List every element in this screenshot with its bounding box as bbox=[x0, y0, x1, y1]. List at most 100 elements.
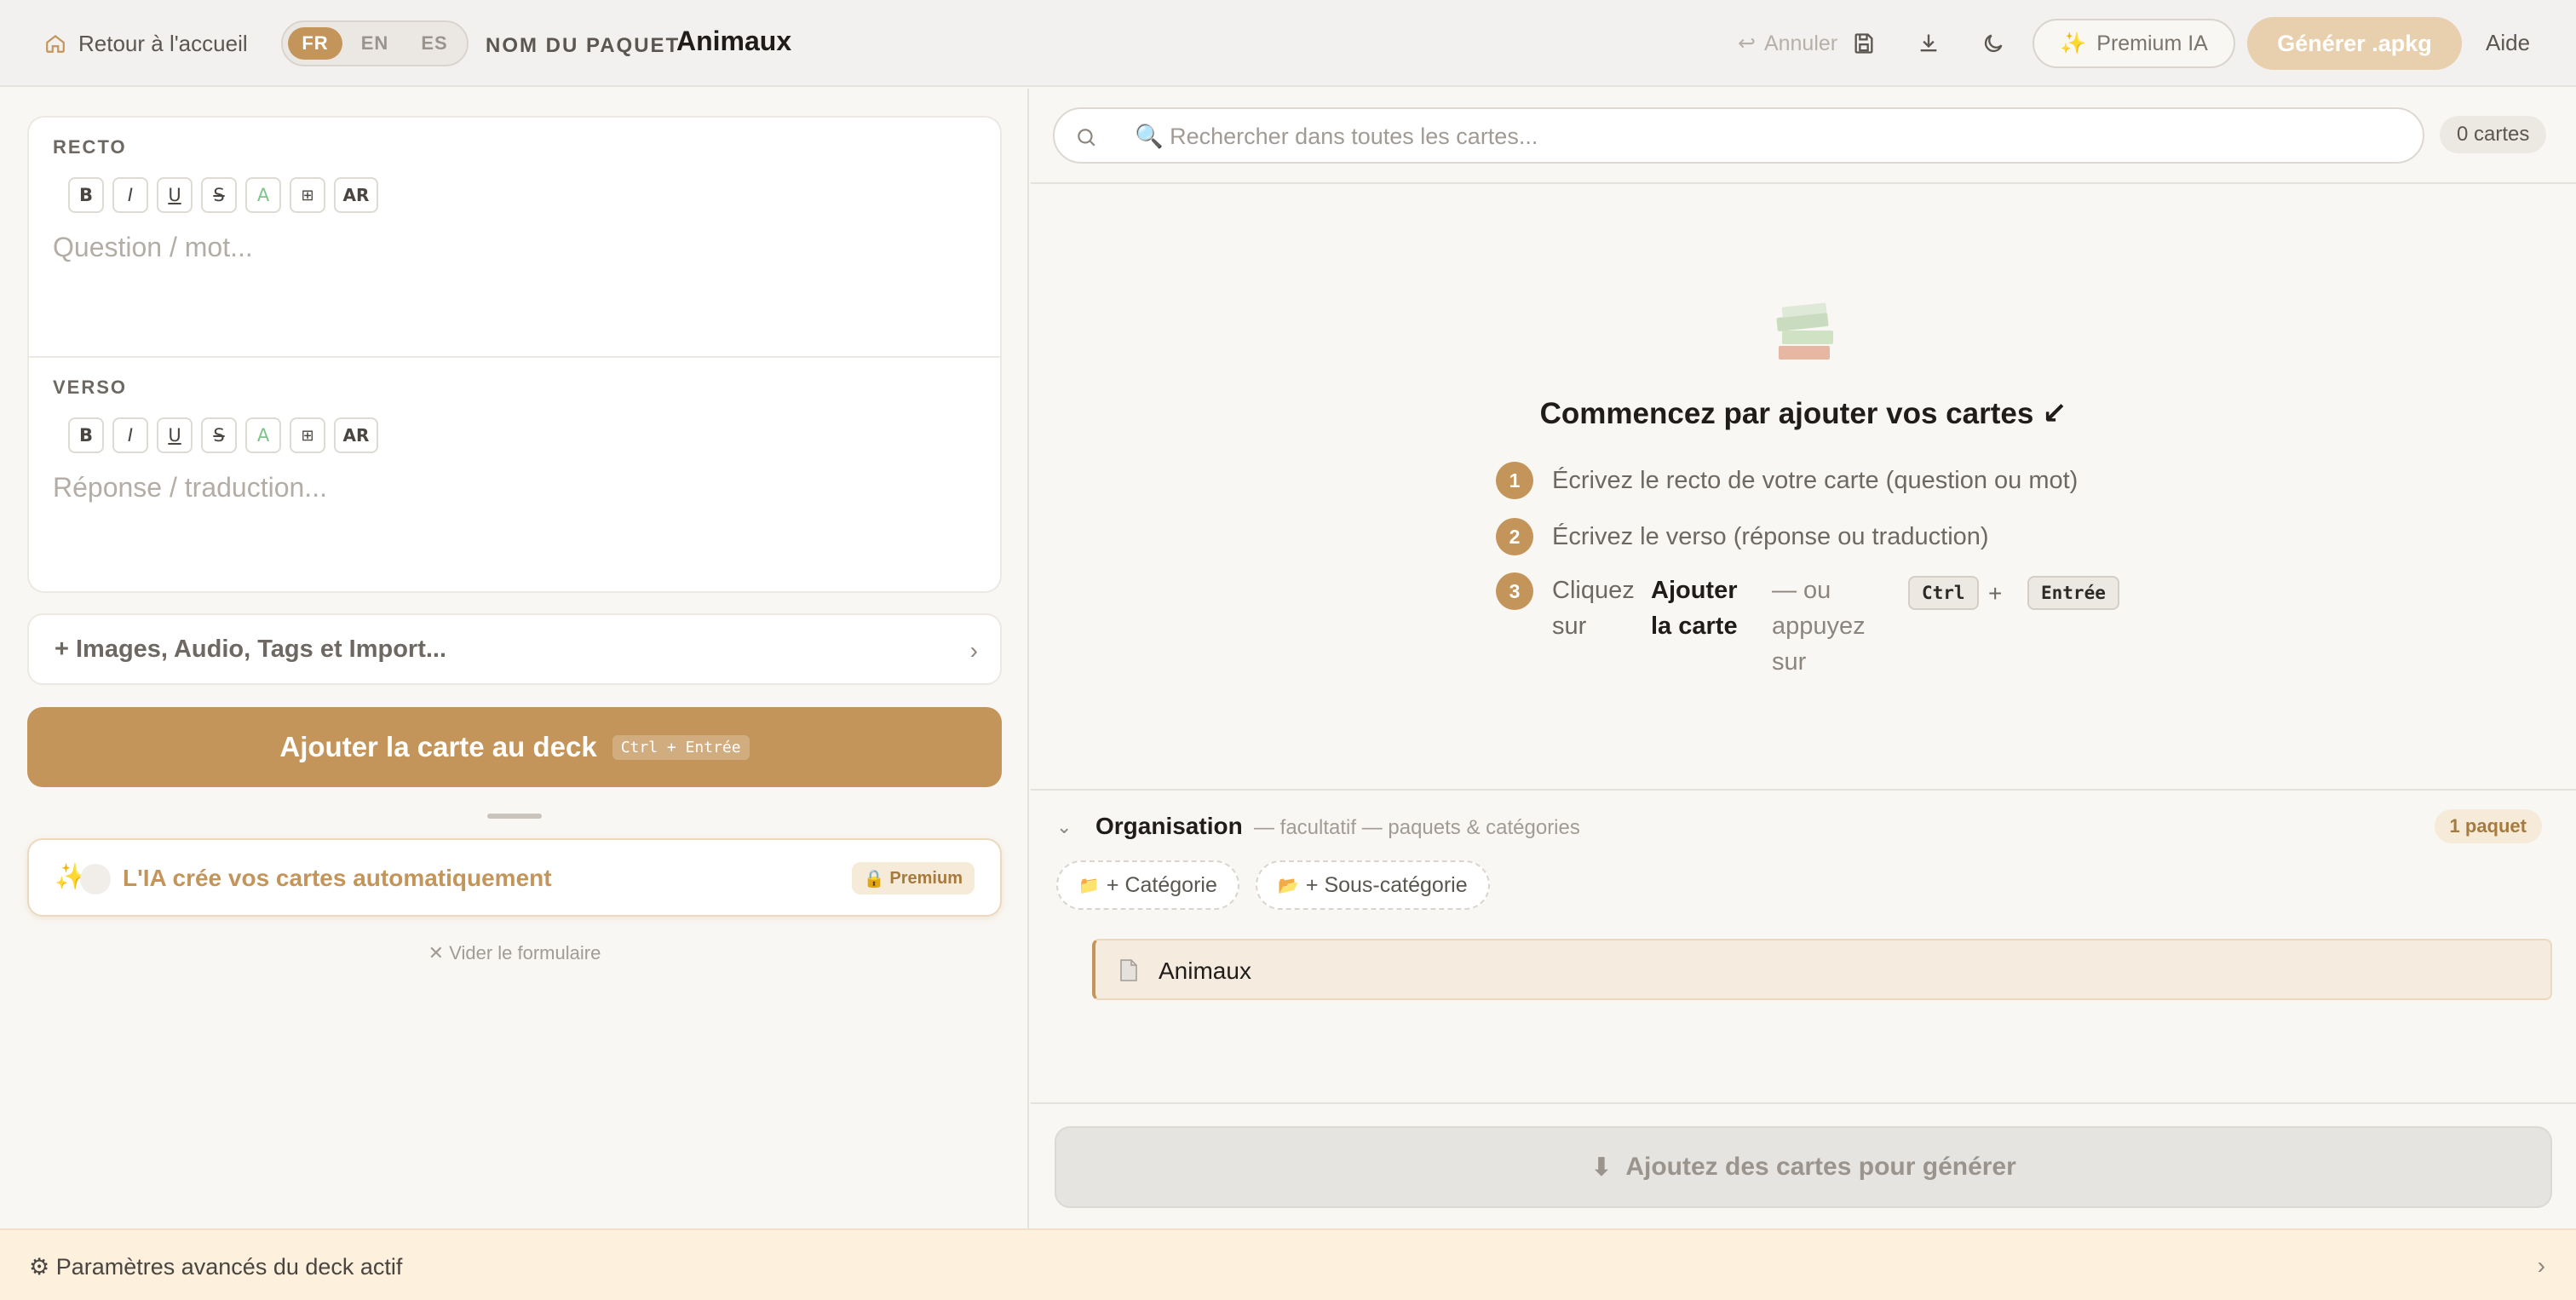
lock-icon: 🔒 bbox=[863, 869, 885, 889]
verso-label: VERSO bbox=[53, 377, 128, 398]
dark-mode-toggle[interactable] bbox=[1976, 26, 2010, 60]
advanced-settings-label: ⚙ Paramètres avancés du deck actif bbox=[29, 1254, 403, 1280]
step-number: 1 bbox=[1496, 462, 1533, 499]
chevron-down-icon[interactable]: ⌄ bbox=[1056, 816, 1072, 838]
add-category-button[interactable]: 📁 + Catégorie bbox=[1056, 860, 1239, 910]
recto-field: RECTO B I U S A ⊞ AR Question / mot... bbox=[29, 118, 1000, 356]
add-subcategory-label: + Sous-catégorie bbox=[1305, 872, 1468, 897]
step-text: Cliquez sur bbox=[1552, 577, 1635, 640]
step-1: 1 Écrivez le recto de votre carte (quest… bbox=[1496, 462, 2078, 499]
strikethrough-button[interactable]: S bbox=[201, 417, 237, 453]
italic-button[interactable]: I bbox=[112, 417, 148, 453]
deck-name-input[interactable]: Animaux bbox=[676, 26, 791, 57]
recto-input[interactable]: Question / mot... bbox=[53, 232, 253, 263]
undo-label: Annuler bbox=[1763, 31, 1838, 55]
add-card-label: Ajouter la carte au deck bbox=[279, 731, 597, 762]
step-text: Écrivez le recto de votre carte (questio… bbox=[1552, 467, 2079, 494]
verso-field: VERSO B I U S A ⊞ AR Réponse / traductio… bbox=[29, 356, 1000, 591]
verso-input[interactable]: Réponse / traduction... bbox=[53, 472, 327, 503]
chevron-right-icon: › bbox=[969, 637, 978, 664]
lang-en-button[interactable]: EN bbox=[348, 27, 402, 60]
empty-state-title: Commencez par ajouter vos cartes ↙ bbox=[1539, 397, 2067, 430]
lang-fr-button[interactable]: FR bbox=[288, 27, 342, 60]
premium-badge-label: Premium bbox=[889, 868, 963, 888]
download-arrow-icon: ⬇ bbox=[1590, 1153, 1613, 1182]
language-switcher: FR EN ES bbox=[281, 20, 469, 66]
bold-button[interactable]: B bbox=[68, 177, 104, 213]
undo-button[interactable]: ↩ Annuler bbox=[1738, 27, 1837, 60]
media-extras-toggle[interactable]: + Images, Audio, Tags et Import... › bbox=[27, 613, 1002, 685]
resize-handle[interactable] bbox=[487, 814, 542, 819]
underline-button[interactable]: U bbox=[157, 417, 193, 453]
divider bbox=[1031, 182, 2576, 184]
divider bbox=[1031, 1102, 2576, 1104]
folder-open-icon: 📂 bbox=[1278, 876, 1299, 895]
organisation-title[interactable]: Organisation bbox=[1095, 813, 1243, 840]
text-color-button[interactable]: A bbox=[245, 417, 281, 453]
search-icon bbox=[1078, 129, 1095, 147]
back-home-link[interactable]: Retour à l'accueil bbox=[44, 26, 248, 61]
generate-disabled-label: Ajoutez des cartes pour générer bbox=[1625, 1153, 2016, 1181]
deck-name-label: NOM DU PAQUET bbox=[486, 34, 681, 57]
step-text: — ou appuyez sur bbox=[1772, 577, 1866, 676]
deck-count-badge: 1 paquet bbox=[2434, 809, 2542, 843]
underline-button[interactable]: U bbox=[157, 177, 193, 213]
add-subcategory-button[interactable]: 📂 + Sous-catégorie bbox=[1256, 860, 1490, 910]
books-icon bbox=[1776, 302, 1833, 360]
ai-auto-cards-banner[interactable]: ✨ L'IA crée vos cartes automatiquement 🔒… bbox=[27, 838, 1002, 917]
download-icon bbox=[1920, 34, 1937, 52]
search-placeholder: 🔍 Rechercher dans toutes les cartes... bbox=[1135, 124, 1538, 149]
card-count-badge: 0 cartes bbox=[2440, 116, 2547, 153]
add-card-button[interactable]: Ajouter la carte au deck Ctrl + Entrée bbox=[27, 707, 1002, 787]
cards-panel: 🔍 Rechercher dans toutes les cartes... 0… bbox=[1031, 89, 2576, 1228]
clear-form-link[interactable]: ✕ Vider le formulaire bbox=[0, 942, 1029, 964]
table-button[interactable]: ⊞ bbox=[290, 417, 325, 453]
deck-item-animaux[interactable]: Animaux bbox=[1092, 939, 2552, 1000]
bold-button[interactable]: B bbox=[68, 417, 104, 453]
card-editor: RECTO B I U S A ⊞ AR Question / mot... V… bbox=[27, 116, 1002, 593]
download-button[interactable] bbox=[1912, 26, 1946, 60]
strikethrough-button[interactable]: S bbox=[201, 177, 237, 213]
generate-apkg-button[interactable]: Générer .apkg bbox=[2247, 17, 2462, 70]
undo-icon: ↩ bbox=[1738, 32, 1756, 55]
premium-ai-button[interactable]: ✨ Premium IA bbox=[2033, 19, 2235, 68]
recto-label: RECTO bbox=[53, 136, 127, 158]
ai-toggle[interactable] bbox=[80, 864, 111, 894]
generate-disabled-button[interactable]: ⬇ Ajoutez des cartes pour générer bbox=[1055, 1126, 2552, 1208]
text-color-button[interactable]: A bbox=[245, 177, 281, 213]
kbd-ctrl: Ctrl bbox=[1908, 576, 1979, 610]
file-icon bbox=[1120, 959, 1137, 981]
deck-item-label: Animaux bbox=[1159, 958, 1251, 984]
table-button[interactable]: ⊞ bbox=[290, 177, 325, 213]
lang-es-button[interactable]: ES bbox=[407, 27, 462, 60]
premium-badge: 🔒 Premium bbox=[851, 862, 975, 894]
ai-banner-label: L'IA crée vos cartes automatiquement bbox=[123, 865, 552, 891]
step-text: Écrivez le verso (réponse ou traduction) bbox=[1552, 523, 1989, 550]
save-button[interactable] bbox=[1847, 26, 1881, 60]
shortcut-hint: Ctrl + Entrée bbox=[612, 734, 750, 760]
folder-icon: 📁 bbox=[1078, 876, 1100, 895]
advanced-settings-bar[interactable]: ⚙ Paramètres avancés du deck actif › bbox=[0, 1228, 2576, 1300]
premium-ai-label: Premium IA bbox=[2096, 31, 2208, 55]
arabic-input-button[interactable]: AR bbox=[334, 417, 378, 453]
chevron-right-icon: › bbox=[2537, 1252, 2545, 1279]
save-icon bbox=[1854, 33, 1873, 54]
step-2: 2 Écrivez le verso (réponse ou traductio… bbox=[1496, 518, 1989, 555]
search-input[interactable]: 🔍 Rechercher dans toutes les cartes... bbox=[1053, 107, 2424, 164]
media-extras-label: + Images, Audio, Tags et Import... bbox=[55, 636, 447, 663]
sparkles-icon: ✨ bbox=[2060, 31, 2087, 55]
italic-button[interactable]: I bbox=[112, 177, 148, 213]
divider bbox=[1031, 789, 2576, 791]
back-home-label: Retour à l'accueil bbox=[78, 30, 248, 56]
add-category-label: + Catégorie bbox=[1106, 872, 1217, 897]
step-text-emphasis: Ajouter la carte bbox=[1651, 577, 1738, 640]
moon-icon bbox=[1984, 34, 2003, 53]
organisation-subtitle: — facultatif — paquets & catégories bbox=[1254, 816, 1580, 839]
help-link[interactable]: Aide bbox=[2486, 30, 2530, 56]
arabic-input-button[interactable]: AR bbox=[334, 177, 378, 213]
home-icon bbox=[46, 34, 65, 53]
step-number: 3 bbox=[1496, 572, 1533, 610]
kbd-plus: + bbox=[1988, 580, 2003, 607]
kbd-enter: Entrée bbox=[2027, 576, 2119, 610]
step-number: 2 bbox=[1496, 518, 1533, 555]
